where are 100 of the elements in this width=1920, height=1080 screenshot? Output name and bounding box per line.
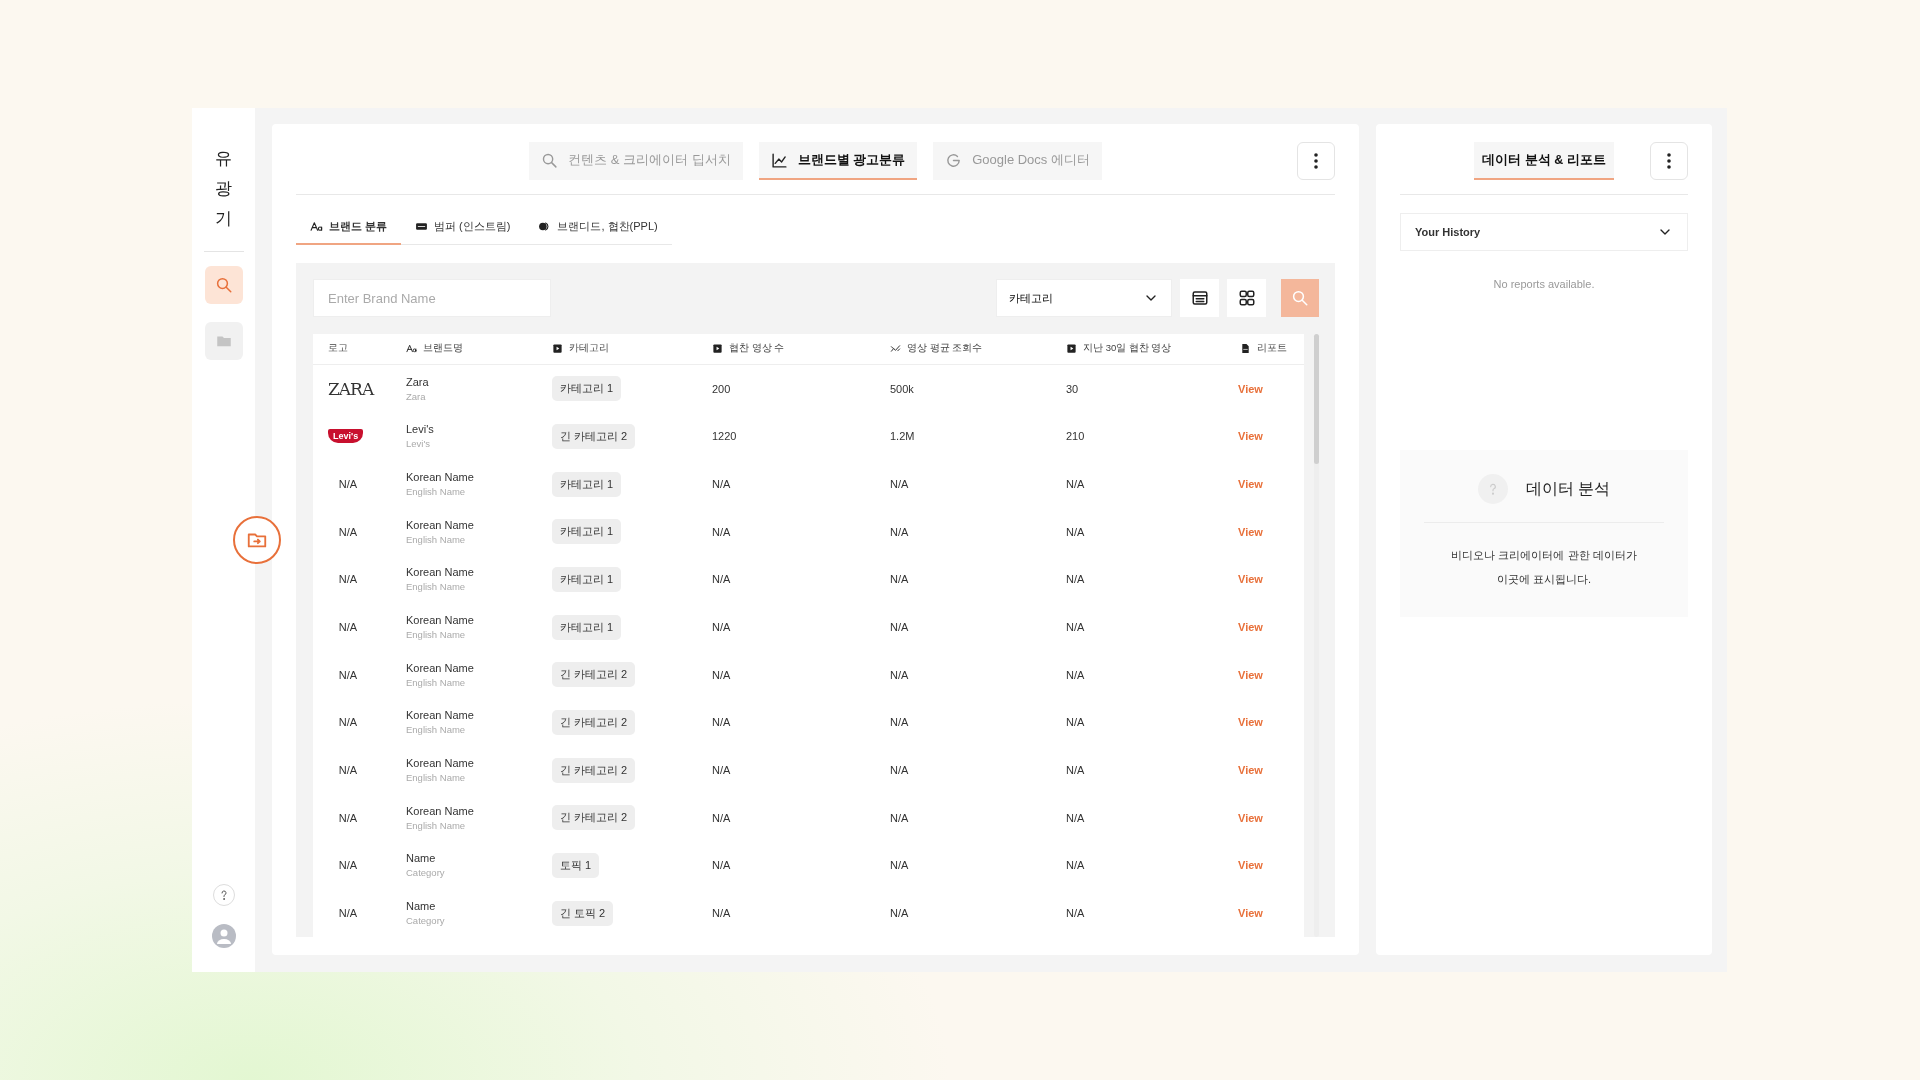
brand-subname: English Name <box>406 819 467 831</box>
list-view-button[interactable] <box>1180 279 1219 317</box>
list-view-icon <box>1190 289 1209 307</box>
play-icon <box>1066 343 1077 355</box>
view-link[interactable]: View <box>1238 811 1263 824</box>
info-title: 데이터 분석 <box>1525 478 1611 499</box>
info-text: 비디오나 크리에이터에 관한 데이터가 이곳에 표시됩니다. <box>1450 548 1638 587</box>
table-cell-text: N/A <box>890 859 910 872</box>
table-cell-text: N/A <box>712 525 732 538</box>
brand-name: Korean Name <box>406 518 475 531</box>
brand-logo: Levi's <box>328 429 364 444</box>
table-cell-text: N/A <box>1066 478 1086 491</box>
category-tag: 긴 카테고리 2 <box>552 423 636 449</box>
column-header: 로고 <box>328 342 349 356</box>
table-cell-text: N/A <box>1066 621 1086 634</box>
search-nav-button[interactable] <box>204 266 243 305</box>
view-link[interactable]: View <box>1238 478 1263 491</box>
brand-name: Zara <box>406 375 430 388</box>
table-cell-text: N/A <box>712 859 732 872</box>
brand-name: Korean Name <box>406 709 475 722</box>
brand-subname: English Name <box>406 724 467 736</box>
question-icon <box>1477 474 1508 504</box>
tab[interactable]: 브랜드별 광고분류 <box>758 142 918 180</box>
view-link[interactable]: View <box>1238 525 1263 538</box>
category-tag: 긴 토픽 2 <box>552 900 614 926</box>
category-tag: 토픽 1 <box>552 852 600 878</box>
scrollbar[interactable] <box>1314 334 1319 937</box>
category-tag: 카테고리 1 <box>552 519 622 545</box>
table-cell-text: N/A <box>712 668 732 681</box>
view-link[interactable]: View <box>1238 859 1263 872</box>
brand-subname: Levi's <box>406 438 431 450</box>
table-cell-text: N/A <box>712 621 732 634</box>
table-cell-text: 1220 <box>712 430 738 443</box>
sub-tab[interactable]: 브랜디드, 협찬(PPL) <box>524 213 672 245</box>
view-link[interactable]: View <box>1238 573 1263 586</box>
sub-tab[interactable]: 브랜드 분류 <box>296 213 402 245</box>
table-cell-text: N/A <box>337 764 359 777</box>
avatar[interactable] <box>211 924 236 948</box>
category-tag: 카테고리 1 <box>552 566 622 592</box>
table-cell-text: N/A <box>1066 573 1086 586</box>
view-link[interactable]: View <box>1238 668 1263 681</box>
category-tag: 긴 카테고리 2 <box>552 709 636 735</box>
table-cell-text: 1.2M <box>890 430 916 443</box>
column-header: 카테고리 <box>552 342 712 356</box>
sub-tab[interactable]: 범퍼 (인스트림) <box>401 213 525 245</box>
category-tag: 긴 카테고리 2 <box>552 662 636 688</box>
column-header: 리포트 <box>1240 342 1304 356</box>
tab[interactable]: Google Docs 에디터 <box>933 142 1102 180</box>
view-link[interactable]: View <box>1238 907 1263 920</box>
brand-name: Korean Name <box>406 471 475 484</box>
more-icon <box>1667 153 1671 169</box>
column-header: 브랜드명 <box>406 342 552 356</box>
column-header: 협찬 영상 수 <box>712 342 890 356</box>
view-link[interactable]: View <box>1238 716 1263 729</box>
table-cell-text: 30 <box>1066 382 1080 395</box>
tab[interactable]: 데이터 분석 & 리포트 <box>1474 142 1614 180</box>
table-cell-text: N/A <box>337 573 359 586</box>
category-tag: 카테고리 1 <box>552 376 622 402</box>
table-cell-text: N/A <box>712 716 732 729</box>
empty-message: No reports available. <box>1492 278 1596 290</box>
search-icon <box>214 276 233 295</box>
table-cell-text: N/A <box>337 811 359 824</box>
more-button[interactable] <box>1650 142 1688 180</box>
brand-name: Korean Name <box>406 566 475 579</box>
view-link[interactable]: View <box>1238 621 1263 634</box>
help-button[interactable] <box>212 884 235 906</box>
brand-name: Korean Name <box>406 804 475 817</box>
table-cell-text: N/A <box>712 573 732 586</box>
table-cell-text: N/A <box>337 668 359 681</box>
tab[interactable]: 컨텐츠 & 크리에이터 딥서치 <box>529 142 743 180</box>
brand-name: Korean Name <box>406 614 475 627</box>
brand-subname: English Name <box>406 772 467 784</box>
grid-view-button[interactable] <box>1227 279 1266 317</box>
more-button[interactable] <box>1297 142 1335 180</box>
table-cell-text: N/A <box>337 525 359 538</box>
table-cell-text: N/A <box>890 668 910 681</box>
table-cell-text: N/A <box>890 907 910 920</box>
brand-search-field[interactable]: Enter Brand Name <box>313 279 551 317</box>
category-dropdown[interactable]: 카테고리 <box>996 279 1172 317</box>
brand-name: Levi's <box>406 423 435 436</box>
table-cell-text: N/A <box>337 621 359 634</box>
view-link[interactable]: View <box>1238 764 1263 777</box>
brand-logo: ZARA <box>328 378 374 399</box>
document-icon <box>1240 343 1251 355</box>
table-cell-text: N/A <box>1066 811 1086 824</box>
brand-name: Korean Name <box>406 661 475 674</box>
table-cell-text: N/A <box>890 525 910 538</box>
view-link[interactable]: View <box>1238 382 1263 395</box>
category-tag: 카테고리 1 <box>552 614 622 640</box>
table-cell-text: N/A <box>1066 668 1086 681</box>
history-dropdown[interactable]: Your History <box>1400 213 1688 251</box>
table-cell-text: N/A <box>1066 716 1086 729</box>
search-button[interactable] <box>1281 279 1319 317</box>
folder-nav-button[interactable] <box>204 322 243 361</box>
view-link[interactable]: View <box>1238 430 1263 443</box>
table-cell-text: 210 <box>1066 430 1086 443</box>
table-cell-text: N/A <box>712 764 732 777</box>
table-cell-text: N/A <box>337 716 359 729</box>
text-size-icon <box>406 343 417 355</box>
table-cell-text: 500k <box>890 382 915 395</box>
